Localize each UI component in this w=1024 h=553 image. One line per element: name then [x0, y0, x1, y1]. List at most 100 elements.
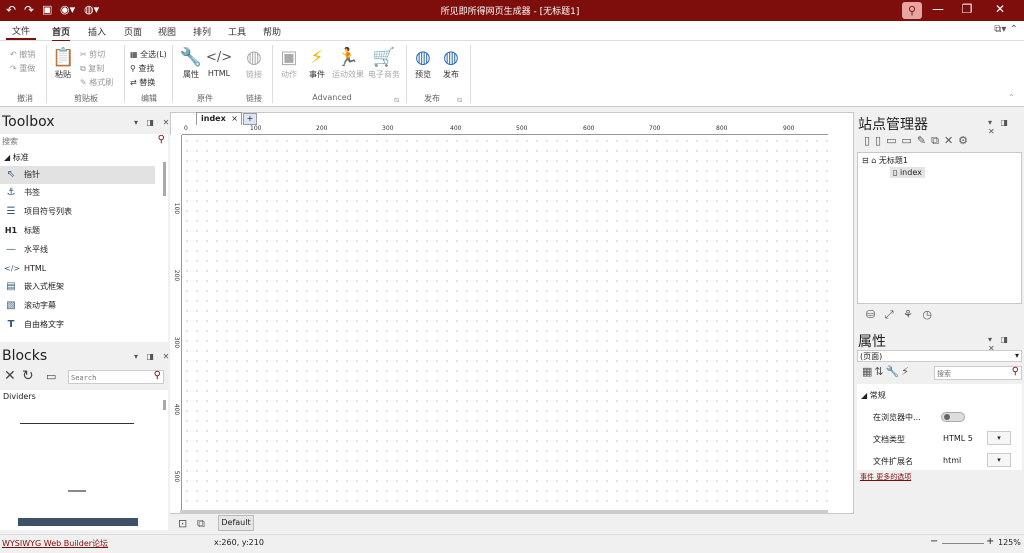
- tab-help[interactable]: 帮助: [263, 25, 281, 38]
- zoom-in-icon[interactable]: +: [986, 536, 994, 547]
- tab-arrange[interactable]: 排列: [193, 25, 211, 38]
- doctype-dropdown[interactable]: ▾: [987, 431, 1011, 445]
- tab-file[interactable]: 文件: [6, 23, 37, 40]
- properties-section[interactable]: ◢ 常规: [861, 390, 886, 401]
- action-icon: ▣: [280, 47, 298, 68]
- ruler-tick: 400: [450, 125, 462, 132]
- select-all-button[interactable]: ▦ 全选(L): [130, 49, 167, 60]
- divider-block-bar[interactable]: [18, 518, 138, 526]
- blocks-scrollbar[interactable]: [163, 400, 166, 410]
- open-browser-toggle[interactable]: [941, 412, 965, 422]
- page-selector[interactable]: Default: [218, 515, 254, 531]
- site-manager-toolbar[interactable]: ▯▯▭▭✎⧉✕⚙: [864, 134, 973, 148]
- publish-launcher-icon[interactable]: ⧅: [457, 95, 462, 105]
- search-icon[interactable]: ⚲: [158, 134, 165, 145]
- advanced-launcher-icon[interactable]: ⧅: [394, 95, 399, 105]
- group-publish: 发布: [424, 94, 440, 103]
- prop-value-doctype[interactable]: HTML 5: [943, 434, 973, 443]
- add-tab-icon[interactable]: +: [243, 113, 257, 125]
- page-add-icon[interactable]: ⊡: [178, 517, 187, 530]
- tab-insert[interactable]: 插入: [88, 25, 106, 38]
- undo-label: 撤销: [19, 50, 36, 59]
- zoom-slider[interactable]: [942, 543, 984, 544]
- restore-icon[interactable]: ❐: [957, 2, 977, 16]
- collapse-ribbon-icon[interactable]: ⌃: [1008, 93, 1015, 102]
- toolbox-category[interactable]: ◢ 标准: [4, 152, 29, 163]
- action-button[interactable]: ▣ 动作: [276, 47, 302, 80]
- toolbox-item-anchor[interactable]: ⚓ 书签: [0, 184, 155, 202]
- toolbox-item-html[interactable]: </> HTML: [0, 260, 155, 278]
- undo-button[interactable]: ↶ 撤销: [10, 49, 35, 60]
- refresh-icon[interactable]: ↻: [22, 368, 34, 384]
- properties-toolbar[interactable]: ▦⇅🔧⚡: [862, 365, 911, 378]
- tab-view[interactable]: 视图: [158, 25, 176, 38]
- toolbox-item-heading[interactable]: H1 标题: [0, 222, 155, 240]
- html-button[interactable]: </> HTML: [206, 47, 232, 78]
- tab-page[interactable]: 页面: [124, 25, 142, 38]
- search-icon[interactable]: ⚲: [154, 370, 161, 381]
- close-icon[interactable]: ×: [231, 113, 238, 125]
- toolbox-item-label: 标题: [24, 226, 40, 235]
- cut-button[interactable]: ✂ 剪切: [80, 49, 105, 60]
- publish-button[interactable]: ◍ 发布: [438, 47, 464, 80]
- close-icon[interactable]: ✕: [990, 2, 1010, 16]
- format-painter-button[interactable]: ✎ 格式刷: [80, 77, 113, 88]
- properties-footer-links[interactable]: 事件 更多的选项: [860, 472, 911, 482]
- tab-tools[interactable]: 工具: [228, 25, 246, 38]
- horizontal-scrollbar[interactable]: [180, 510, 828, 514]
- blocks-search-input[interactable]: [71, 372, 149, 383]
- toolbox-item-text[interactable]: T 自由格文字: [0, 316, 155, 334]
- redo-icon[interactable]: ↷: [24, 3, 34, 17]
- events-button[interactable]: ⚡ 事件: [304, 47, 330, 80]
- preview-quick-icon[interactable]: ◉▾: [60, 3, 75, 16]
- toolbox-panel-controls[interactable]: ▾ ◨ ✕: [134, 118, 172, 127]
- properties-search-input[interactable]: [937, 368, 1007, 379]
- minimize-icon[interactable]: —: [928, 2, 948, 16]
- tab-index[interactable]: index ×: [196, 112, 242, 125]
- site-root[interactable]: ⊟ ⌂ 无标题1: [862, 155, 908, 166]
- toolbox-search-input[interactable]: [2, 135, 142, 148]
- toolbox-item-hline[interactable]: — 水平线: [0, 241, 155, 259]
- find-button[interactable]: ⚲ 查找: [130, 63, 154, 74]
- globe-quick-icon[interactable]: ◍▾: [84, 3, 99, 16]
- site-manager-panel-controls[interactable]: ▾ ◨ ✕: [988, 118, 1024, 136]
- page-preview-icon[interactable]: ⧉: [197, 517, 205, 531]
- properties-selector[interactable]: (页面) ▾: [857, 350, 1022, 362]
- search-icon[interactable]: ⚲: [902, 2, 922, 19]
- tab-home[interactable]: 首页: [52, 25, 71, 42]
- site-page-index[interactable]: ▯ index: [890, 167, 925, 178]
- toolbox-scrollbar[interactable]: [163, 162, 166, 196]
- toolbox-item-iframe[interactable]: ▤ 嵌入式框架: [0, 278, 155, 296]
- paste-icon: 📋: [52, 47, 75, 68]
- toolbox-item-pointer[interactable]: ⇖ 指针: [0, 166, 155, 184]
- design-canvas[interactable]: [182, 136, 828, 513]
- properties-button[interactable]: 🔧 属性: [178, 47, 204, 80]
- preview-button[interactable]: ◍ 预览: [410, 47, 436, 80]
- ribbon-options-icon[interactable]: ⧉▾ ⌃: [994, 24, 1018, 35]
- properties-search[interactable]: ⚲: [934, 366, 1022, 380]
- undo-icon[interactable]: ↶: [6, 3, 16, 17]
- zoom-out-icon[interactable]: −: [930, 536, 938, 547]
- prop-value-extension[interactable]: html: [943, 456, 961, 465]
- toolbox-item-marquee[interactable]: ▧ 滚动字幕: [0, 297, 155, 315]
- toolbox-item-bullet-list[interactable]: ☰ 项目符号列表: [0, 203, 155, 221]
- search-icon[interactable]: ⚲: [1012, 366, 1019, 377]
- divider-block-line[interactable]: [20, 423, 134, 424]
- close-icon[interactable]: ✕: [4, 368, 16, 384]
- ecommerce-button[interactable]: 🛒 电子商务: [366, 47, 402, 80]
- redo-button[interactable]: ↷ 重做: [10, 63, 35, 74]
- forum-link[interactable]: WYSIWYG Web Builder论坛: [2, 538, 108, 549]
- save-icon[interactable]: ▣: [42, 3, 52, 16]
- blocks-search[interactable]: ⚲: [68, 370, 164, 384]
- divider-block-text[interactable]: [68, 490, 86, 492]
- site-manager-bottom-toolbar[interactable]: ⛁ ⤢ ⚘ ◷: [866, 308, 935, 322]
- paste-button[interactable]: 📋 粘贴: [52, 47, 74, 80]
- animation-button[interactable]: 🏃 运动效果: [330, 47, 366, 80]
- folder-icon[interactable]: ▭: [46, 370, 56, 383]
- replace-button[interactable]: ⇄ 替换: [130, 77, 155, 88]
- copy-button[interactable]: ⧉ 复制: [80, 63, 104, 74]
- extension-dropdown[interactable]: ▾: [987, 453, 1011, 467]
- toolbox-search[interactable]: ⚲: [0, 134, 168, 150]
- link-button[interactable]: ◍ 链接: [240, 47, 268, 80]
- blocks-panel-controls[interactable]: ▾ ◨ ✕: [134, 352, 172, 361]
